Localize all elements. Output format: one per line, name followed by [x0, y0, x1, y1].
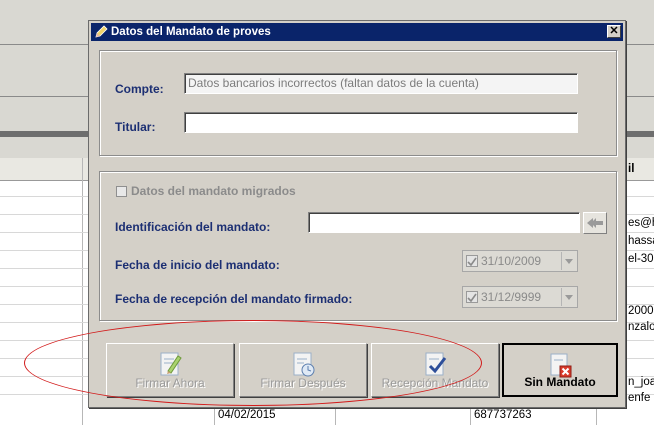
sign-later-button[interactable]: Firmar Después [239, 343, 367, 397]
bg-header-cell: il [628, 163, 635, 175]
compte-field: Datos bancarios incorrectos (faltan dato… [184, 73, 578, 94]
start-date-label: Fecha de inicio del mandato: [115, 258, 280, 272]
pencil-icon [95, 25, 108, 38]
sign-later-label: Firmar Después [260, 376, 346, 390]
bg-cell: nzalo [628, 321, 654, 333]
sign-now-button[interactable]: Firmar Ahora [106, 343, 234, 397]
dialog-title: Datos del Mandato de proves [111, 26, 271, 38]
mandate-id-label: Identificación del mandato: [115, 220, 271, 234]
no-mandate-label: Sin Mandato [524, 375, 596, 389]
compte-label: Compte: [115, 82, 164, 96]
received-date-label: Fecha de recepción del mandato firmado: [115, 292, 353, 306]
bg-cell: el-30 [628, 253, 654, 265]
start-date-value: 31/10/2009 [481, 254, 542, 268]
received-date-picker[interactable]: 31/12/9999 [462, 286, 578, 308]
bg-cell: hassa [628, 235, 654, 247]
mandate-id-field[interactable] [308, 212, 580, 233]
chevron-down-icon [565, 294, 573, 300]
bg-cell: enfe [628, 392, 651, 404]
no-mandate-button[interactable]: Sin Mandato [502, 343, 618, 397]
close-button[interactable]: ✕ [607, 25, 621, 38]
start-date-picker[interactable]: 31/10/2009 [462, 250, 578, 272]
check-icon [467, 293, 477, 303]
migrated-checkbox[interactable] [116, 186, 127, 197]
sign-now-label: Firmar Ahora [135, 376, 205, 390]
titular-label: Titular: [115, 120, 156, 134]
start-date-checkbox[interactable] [466, 255, 478, 267]
start-date-dropdown[interactable] [561, 252, 576, 270]
chevron-down-icon [565, 258, 573, 264]
reception-mandate-label: Recepción Mandato [381, 376, 489, 390]
bg-cell: 687737263 [474, 409, 532, 421]
sign-document-icon [160, 352, 182, 376]
account-group [99, 50, 617, 156]
received-date-checkbox[interactable] [466, 291, 478, 303]
bg-cell: n_joa [628, 376, 654, 388]
lookup-button[interactable] [583, 212, 607, 234]
received-date-value: 31/12/9999 [481, 290, 542, 304]
bg-col-line [82, 158, 83, 425]
double-arrow-left-icon [587, 218, 603, 228]
bg-cell: 04/02/2015 [218, 409, 276, 421]
mandate-dialog: Datos del Mandato de proves ✕ Compte: Da… [88, 20, 626, 408]
reception-mandate-button[interactable]: Recepción Mandato [371, 343, 499, 397]
document-clock-icon [293, 352, 315, 377]
titular-field[interactable] [184, 112, 578, 133]
received-date-dropdown[interactable] [561, 288, 576, 306]
check-icon [467, 257, 477, 267]
bg-cell: es@h [628, 217, 654, 229]
dialog-titlebar[interactable]: Datos del Mandato de proves ✕ [91, 23, 623, 41]
migrated-label: Datos del mandato migrados [131, 184, 296, 198]
document-check-icon [425, 352, 447, 376]
bg-cell: 2000 [628, 305, 654, 317]
